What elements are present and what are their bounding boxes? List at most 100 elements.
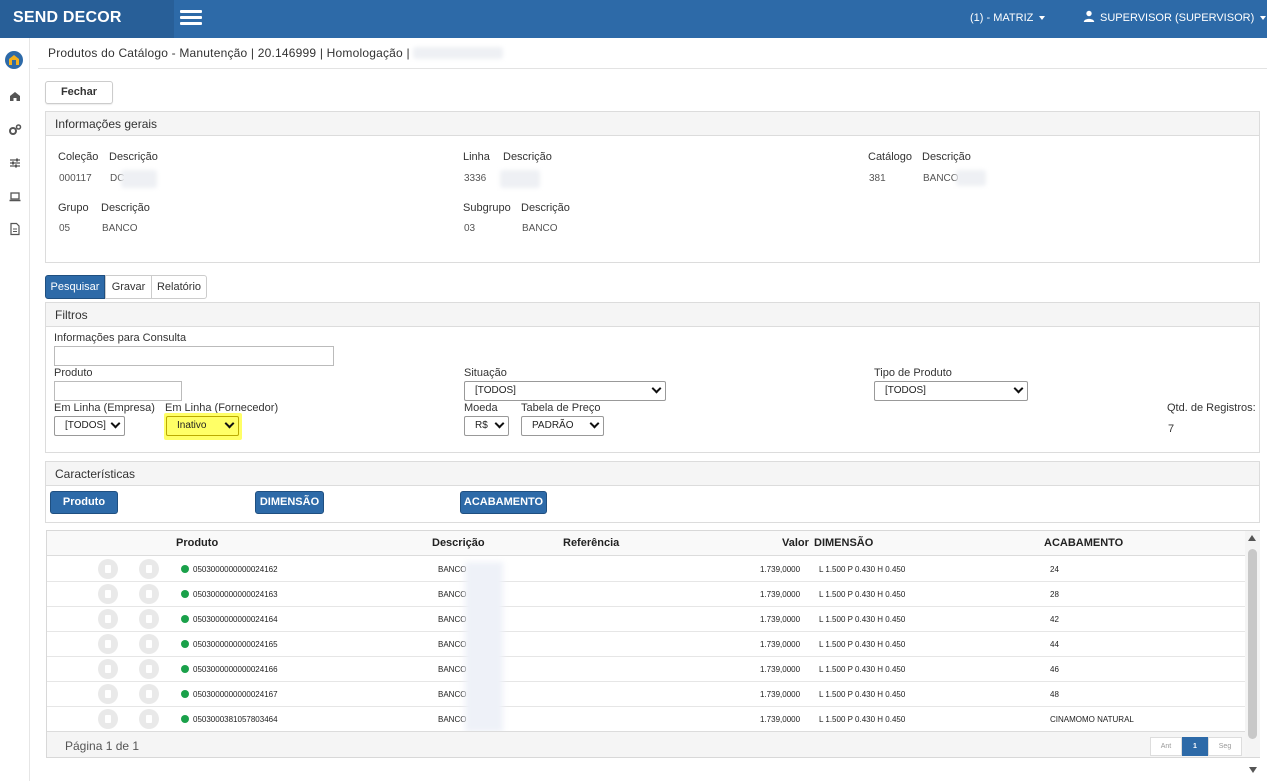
caracteristicas-title: Características	[46, 462, 1259, 486]
trash-icon[interactable]	[139, 709, 159, 729]
grupo-value: 05	[59, 223, 71, 234]
menu-toggle-icon[interactable]	[180, 10, 202, 28]
logo-icon[interactable]	[4, 50, 24, 70]
table-row[interactable]: 0503000000000024162 BANCO 1.739,0000 L 1.50…	[47, 557, 1245, 582]
app-brand[interactable]: SEND DECOR	[0, 0, 174, 38]
dimensao-button[interactable]: DIMENSÃO	[255, 491, 324, 514]
cell-produto[interactable]: 0503000000000024163	[193, 590, 278, 599]
trash-icon[interactable]	[139, 584, 159, 604]
cell-dimensao: L 1.500 P 0.430 H 0.450	[819, 590, 906, 599]
sliders-icon[interactable]	[7, 155, 23, 171]
table-row[interactable]: 0503000000000024166 BANCO 1.739,0000 L 1.50…	[47, 657, 1245, 682]
redacted-block	[500, 170, 540, 188]
gears-icon[interactable]	[7, 122, 23, 138]
company-label: (1) - MATRIZ	[970, 12, 1034, 24]
table-row[interactable]: 0503000000000024163 BANCO 1.739,0000 L 1.50…	[47, 582, 1245, 607]
cube-icon[interactable]	[98, 559, 118, 579]
produto-input[interactable]	[54, 381, 182, 401]
cell-dimensao: L 1.500 P 0.430 H 0.450	[819, 615, 906, 624]
trash-icon[interactable]	[139, 659, 159, 679]
tab-pesquisar[interactable]: Pesquisar	[45, 275, 105, 299]
col-produto[interactable]: Produto	[176, 537, 218, 549]
laptop-icon[interactable]	[7, 189, 23, 205]
trash-icon[interactable]	[139, 559, 159, 579]
close-button[interactable]: Fechar	[45, 81, 113, 104]
cube-icon[interactable]	[98, 684, 118, 704]
scroll-thumb[interactable]	[1248, 549, 1257, 739]
cell-produto[interactable]: 0503000000000024162	[193, 565, 278, 574]
cell-descricao: BANCO	[438, 615, 467, 624]
table-row[interactable]: 0503000000000024164 BANCO 1.739,0000 L 1.50…	[47, 607, 1245, 632]
cube-icon[interactable]	[98, 659, 118, 679]
cell-produto[interactable]: 0503000000000024166	[193, 665, 278, 674]
filters-title: Filtros	[46, 303, 1259, 327]
redacted-column	[465, 562, 503, 732]
grupo-desc-label: Descrição	[101, 202, 150, 214]
tipo-produto-label: Tipo de Produto	[874, 367, 952, 379]
trash-icon[interactable]	[139, 634, 159, 654]
col-descricao[interactable]: Descrição	[432, 537, 485, 549]
chevron-down-icon	[589, 418, 600, 429]
cube-icon[interactable]	[98, 634, 118, 654]
pager-next[interactable]: Seg	[1208, 737, 1242, 756]
pager-current[interactable]: 1	[1182, 737, 1208, 756]
scroll-up-icon[interactable]	[1248, 535, 1256, 541]
col-referencia[interactable]: Referência	[563, 537, 619, 549]
cell-produto[interactable]: 0503000000000024165	[193, 640, 278, 649]
table-row[interactable]: 0503000000000024167 BANCO 1.739,0000 L 1.50…	[47, 682, 1245, 707]
moeda-value: R$	[475, 420, 488, 431]
tipo-produto-select[interactable]: [TODOS]	[874, 381, 1028, 401]
pager-prev[interactable]: Ant	[1150, 737, 1182, 756]
cell-produto[interactable]: 0503000000000024164	[193, 615, 278, 624]
table-row[interactable]: 0503000000000024165 BANCO 1.739,0000 L 1.50…	[47, 632, 1245, 657]
col-valor[interactable]: Valor	[782, 537, 809, 549]
table-row[interactable]: 0503000381057803464 BANCO 1.739,0000 L 1.50…	[47, 707, 1245, 732]
general-info-title: Informações gerais	[46, 112, 1259, 136]
colecao-desc-label: Descrição	[109, 151, 158, 163]
cell-dimensao: L 1.500 P 0.430 H 0.450	[819, 690, 906, 699]
consulta-input[interactable]	[54, 346, 334, 366]
cell-produto[interactable]: 0503000381057803464	[193, 715, 278, 724]
em-linha-empresa-select[interactable]: [TODOS]	[54, 416, 125, 436]
cell-valor: 1.739,0000	[760, 665, 801, 674]
cube-icon[interactable]	[98, 584, 118, 604]
cell-descricao: BANCO	[438, 640, 467, 649]
cell-acabamento: 48	[1050, 690, 1059, 699]
scroll-down-icon[interactable]	[1249, 767, 1257, 773]
grupo-desc: BANCO	[102, 223, 138, 234]
company-selector[interactable]: (1) - MATRIZ	[970, 0, 1046, 38]
status-active-icon	[181, 690, 189, 698]
acabamento-button[interactable]: ACABAMENTO	[460, 491, 547, 514]
produto-filter-label: Produto	[54, 367, 93, 379]
tab-relatorio[interactable]: Relatório	[151, 275, 207, 299]
em-linha-fornecedor-value: Inativo	[177, 420, 207, 431]
status-active-icon	[181, 715, 189, 723]
trash-icon[interactable]	[139, 684, 159, 704]
cell-dimensao: L 1.500 P 0.430 H 0.450	[819, 565, 906, 574]
grid-scrollbar[interactable]	[1245, 531, 1260, 757]
cube-icon[interactable]	[98, 609, 118, 629]
col-dimensao[interactable]: DIMENSÃO	[814, 537, 873, 549]
cell-valor: 1.739,0000	[760, 590, 801, 599]
produto-button[interactable]: Produto	[50, 491, 118, 514]
cell-produto[interactable]: 0503000000000024167	[193, 690, 278, 699]
tab-gravar[interactable]: Gravar	[105, 275, 152, 299]
catalogo-desc-label: Descrição	[922, 151, 971, 163]
grupo-label: Grupo	[58, 202, 89, 214]
trash-icon[interactable]	[139, 609, 159, 629]
tabela-preco-select[interactable]: PADRÃO	[521, 416, 604, 436]
colecao-label: Coleção	[58, 151, 99, 163]
cube-icon[interactable]	[98, 709, 118, 729]
user-menu[interactable]: SUPERVISOR (SUPERVISOR)	[1083, 0, 1267, 38]
document-icon[interactable]	[7, 221, 23, 237]
status-active-icon	[181, 565, 189, 573]
em-linha-fornecedor-select[interactable]: Inativo	[166, 416, 239, 436]
situacao-select[interactable]: [TODOS]	[464, 381, 666, 401]
col-acabamento[interactable]: ACABAMENTO	[1044, 537, 1123, 549]
cell-descricao: BANCO	[438, 565, 467, 574]
user-icon	[1083, 10, 1095, 22]
cell-dimensao: L 1.500 P 0.430 H 0.450	[819, 665, 906, 674]
chevron-down-icon	[651, 383, 662, 394]
home-icon[interactable]	[7, 88, 23, 104]
moeda-select[interactable]: R$	[464, 416, 509, 436]
